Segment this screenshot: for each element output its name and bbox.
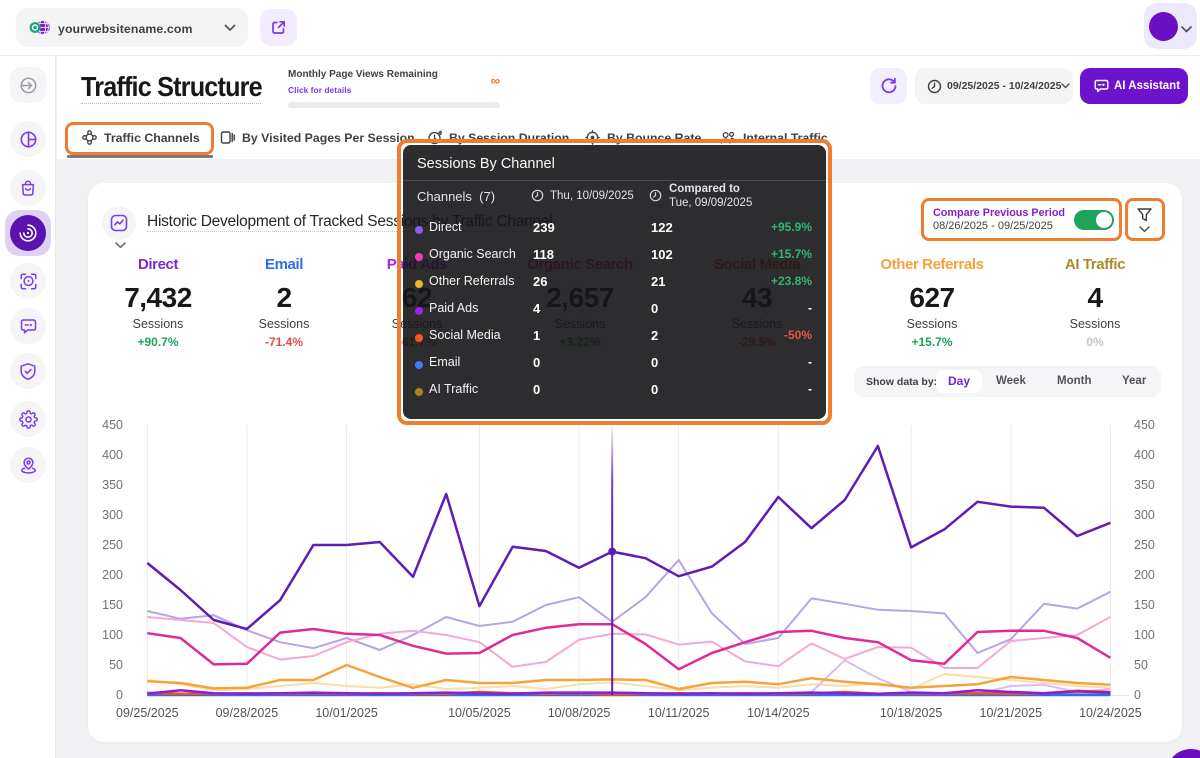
svg-text:350: 350 — [102, 478, 123, 492]
svg-text:450: 450 — [1134, 418, 1155, 432]
svg-text:50: 50 — [1134, 658, 1148, 672]
svg-text:10/08/2025: 10/08/2025 — [548, 706, 611, 720]
svg-text:250: 250 — [102, 538, 123, 552]
svg-text:10/24/2025: 10/24/2025 — [1079, 706, 1142, 720]
svg-text:10/18/2025: 10/18/2025 — [880, 706, 943, 720]
svg-text:450: 450 — [102, 418, 123, 432]
svg-text:200: 200 — [102, 568, 123, 582]
svg-text:300: 300 — [1134, 508, 1155, 522]
svg-text:250: 250 — [1134, 538, 1155, 552]
svg-text:400: 400 — [102, 448, 123, 462]
svg-text:09/25/2025: 09/25/2025 — [116, 706, 179, 720]
svg-text:200: 200 — [1134, 568, 1155, 582]
svg-text:150: 150 — [1134, 598, 1155, 612]
svg-text:50: 50 — [109, 658, 123, 672]
svg-text:10/21/2025: 10/21/2025 — [980, 706, 1043, 720]
svg-text:0: 0 — [116, 688, 123, 702]
svg-text:100: 100 — [102, 628, 123, 642]
svg-text:100: 100 — [1134, 628, 1155, 642]
svg-text:0: 0 — [1134, 688, 1141, 702]
svg-text:10/11/2025: 10/11/2025 — [648, 706, 710, 720]
svg-text:300: 300 — [102, 508, 123, 522]
svg-text:10/01/2025: 10/01/2025 — [315, 706, 378, 720]
svg-text:10/05/2025: 10/05/2025 — [448, 706, 511, 720]
svg-text:150: 150 — [102, 598, 123, 612]
svg-text:10/14/2025: 10/14/2025 — [747, 706, 810, 720]
svg-text:09/28/2025: 09/28/2025 — [216, 706, 279, 720]
svg-text:400: 400 — [1134, 448, 1155, 462]
svg-text:350: 350 — [1134, 478, 1155, 492]
